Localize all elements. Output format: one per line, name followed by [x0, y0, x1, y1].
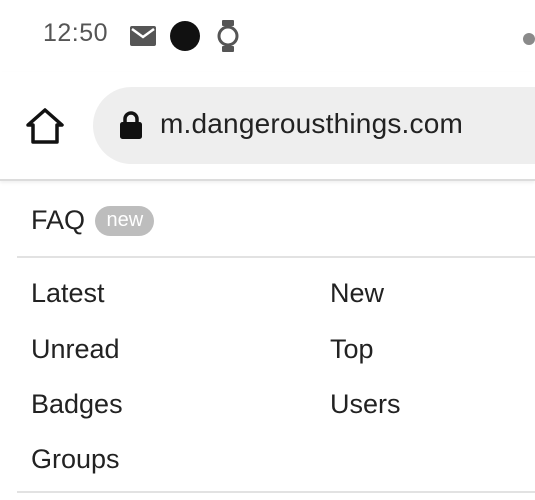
- nav-link-groups[interactable]: Groups: [31, 444, 120, 475]
- home-icon: [26, 108, 64, 144]
- nav-link-badges[interactable]: Badges: [31, 389, 123, 420]
- divider: [17, 491, 535, 493]
- notification-dot-icon: [523, 33, 535, 45]
- url-text: m.dangerousthings.com: [160, 108, 464, 139]
- home-button[interactable]: [24, 105, 66, 147]
- lock-icon: [118, 110, 144, 145]
- browser-toolbar: m.dangerousthings.com: [0, 72, 535, 181]
- nav-link-users[interactable]: Users: [330, 389, 401, 420]
- faq-row: FAQ new: [31, 205, 155, 245]
- faq-link[interactable]: FAQ: [31, 205, 85, 235]
- nav-link-unread[interactable]: Unread: [31, 334, 120, 365]
- dot-icon: [170, 21, 200, 51]
- nav-link-new[interactable]: New: [330, 278, 384, 309]
- mail-icon: [130, 26, 156, 51]
- status-bar: 12:50: [0, 0, 535, 72]
- new-badge: new: [95, 205, 155, 236]
- divider: [17, 256, 535, 258]
- nav-link-latest[interactable]: Latest: [31, 278, 105, 309]
- status-time: 12:50: [43, 19, 109, 47]
- url-bar[interactable]: m.dangerousthings.com: [93, 87, 535, 164]
- page: 12:50 m.dangerousthings.com FAQ new Late…: [0, 0, 535, 500]
- watch-icon: [217, 20, 239, 57]
- nav-link-top[interactable]: Top: [330, 334, 374, 365]
